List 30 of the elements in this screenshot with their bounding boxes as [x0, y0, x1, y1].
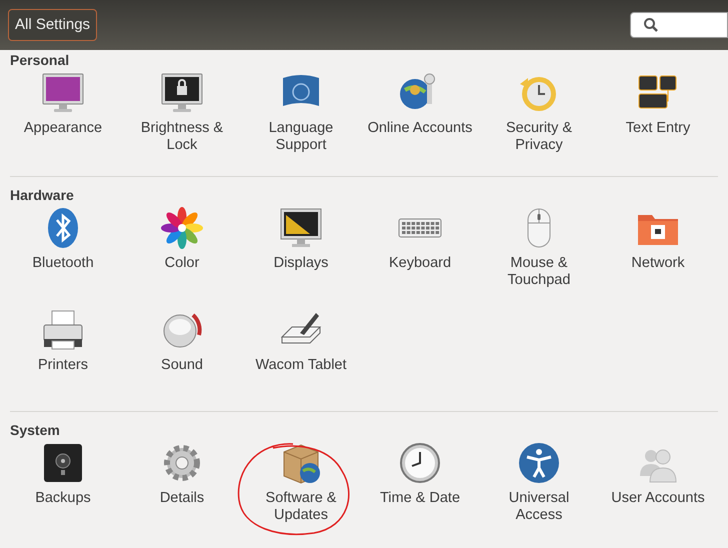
- settings-item[interactable]: Online Accounts: [361, 68, 479, 170]
- settings-item[interactable]: Color: [123, 203, 241, 305]
- settings-item[interactable]: Software & Updates: [242, 438, 360, 540]
- section-heading: System: [10, 422, 61, 438]
- settings-item[interactable]: Mouse & Touchpad: [480, 203, 598, 305]
- settings-item[interactable]: Universal Access: [480, 438, 598, 540]
- search-field[interactable]: [630, 12, 728, 38]
- settings-item[interactable]: Language Support: [242, 68, 360, 170]
- settings-item[interactable]: Displays: [242, 203, 360, 305]
- settings-item[interactable]: Backups: [4, 438, 122, 540]
- settings-item[interactable]: Sound: [123, 305, 241, 407]
- settings-item[interactable]: Keyboard: [361, 203, 479, 305]
- search-icon: [643, 17, 659, 33]
- settings-item[interactable]: Appearance: [4, 68, 122, 170]
- settings-item[interactable]: Printers: [4, 305, 122, 407]
- clock-icon: [397, 440, 443, 486]
- settings-item[interactable]: Text Entry: [599, 68, 717, 170]
- all-settings-button[interactable]: All Settings: [8, 9, 98, 41]
- settings-item[interactable]: Details: [123, 438, 241, 540]
- section-heading: Personal: [10, 52, 70, 68]
- settings-item[interactable]: Brightness & Lock: [123, 68, 241, 170]
- accessibility-icon: [516, 440, 562, 486]
- settings-item[interactable]: Bluetooth: [4, 203, 122, 305]
- settings-item[interactable]: Wacom Tablet: [242, 305, 360, 407]
- settings-item[interactable]: Network: [599, 203, 717, 305]
- section-heading: Hardware: [10, 187, 75, 203]
- settings-item[interactable]: Security & Privacy: [480, 68, 598, 170]
- settings-item[interactable]: Time & Date: [361, 438, 479, 540]
- settings-item[interactable]: User Accounts: [599, 438, 717, 540]
- color-wheel-icon: [159, 205, 205, 251]
